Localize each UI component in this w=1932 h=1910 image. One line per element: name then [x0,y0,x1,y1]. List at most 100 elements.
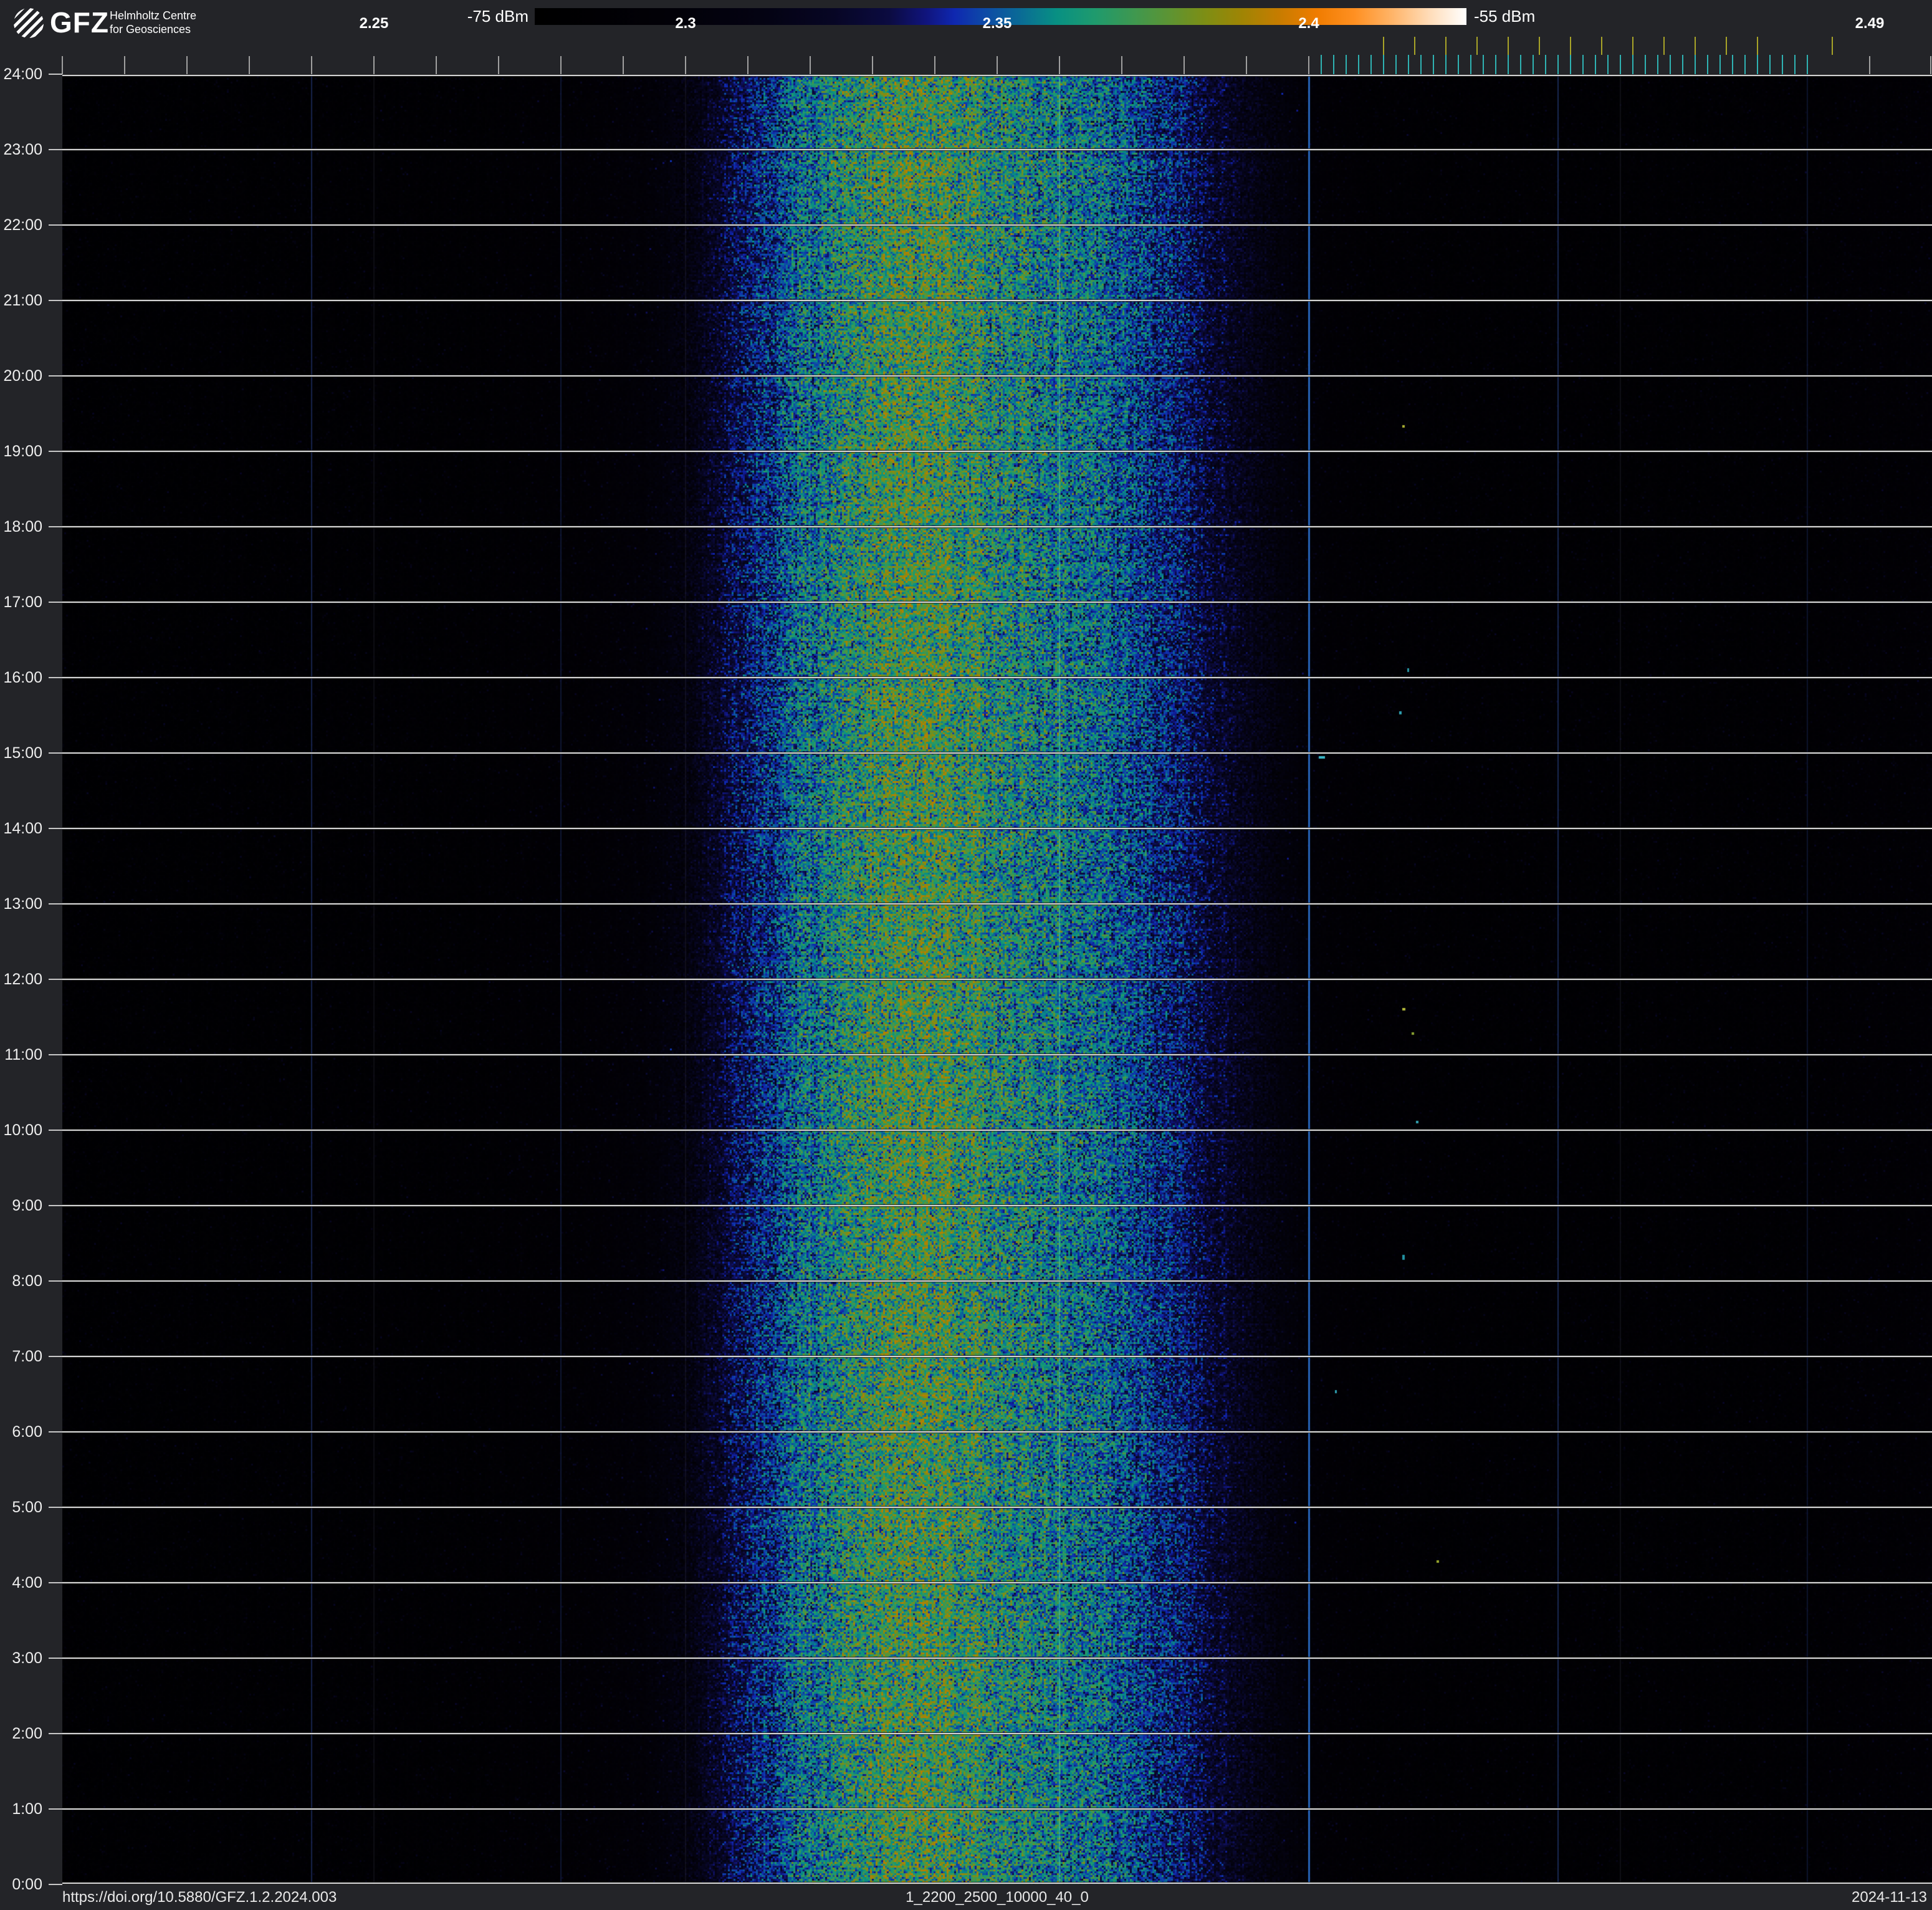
hour-label: 0:00 [0,1875,42,1894]
hour-label: 20:00 [0,367,42,385]
bluetooth-channel-tick [1719,55,1721,74]
bluetooth-channel-tick [1657,55,1658,74]
hour-label: 10:00 [0,1121,42,1140]
bluetooth-channel-tick [1607,55,1609,74]
bluetooth-channel-tick [1533,55,1534,74]
hour-tick [49,74,62,75]
freq-tick-minor [1059,56,1060,74]
hour-tick [49,451,62,452]
logo-subtitle-line2: for Geosciences [110,22,196,36]
hour-label: 3:00 [0,1649,42,1668]
freq-tick-minor [311,56,312,74]
bluetooth-channel-tick [1757,55,1758,74]
doi-link[interactable]: https://doi.org/10.5880/GFZ.1.2.2024.003 [62,1889,337,1906]
freq-tick-minor [373,56,375,74]
freq-tick-minor [1246,56,1247,74]
hour-tick [49,1658,62,1659]
hour-tick [49,1884,62,1885]
hour-label: 14:00 [0,819,42,838]
bluetooth-channel-tick [1433,55,1434,74]
bluetooth-channel-tick [1645,55,1646,74]
gfz-logo-icon [14,8,44,38]
bluetooth-channel-tick [1358,55,1359,74]
wifi-channel-tick [1539,37,1540,55]
wifi-channel-tick [1476,37,1478,55]
hour-tick [49,677,62,678]
freq-axis-label: 2.4 [1298,15,1319,32]
hour-label: 15:00 [0,744,42,762]
freq-tick-minor [997,56,998,74]
hour-tick [49,1507,62,1508]
hour-label: 24:00 [0,65,42,84]
freq-tick-minor [1121,56,1122,74]
bluetooth-channel-tick [1508,55,1509,74]
wifi-channel-tick [1445,37,1447,55]
bluetooth-channel-tick [1333,55,1334,74]
hour-label: 13:00 [0,895,42,913]
hour-label: 17:00 [0,593,42,612]
hour-label: 16:00 [0,668,42,687]
hour-tick [49,1808,62,1810]
hour-label: 19:00 [0,442,42,461]
freq-tick-minor [124,56,125,74]
bluetooth-channel-tick [1769,55,1771,74]
hour-label: 6:00 [0,1423,42,1441]
hour-tick [49,828,62,829]
hour-tick [49,526,62,527]
freq-tick-minor [685,56,686,74]
freq-tick-minor [62,56,63,74]
bluetooth-channel-tick [1483,55,1484,74]
spectrogram-page: GFZ Helmholtz Centre for Geosciences -75… [0,0,1932,1910]
hour-label: 4:00 [0,1573,42,1592]
bluetooth-channel-tick [1557,55,1559,74]
bluetooth-channel-tick [1695,55,1696,74]
wifi-channel-tick [1414,37,1415,55]
hour-label: 12:00 [0,970,42,989]
bluetooth-channel-tick [1620,55,1621,74]
freq-axis-label: 2.49 [1855,15,1885,32]
wifi-channel-tick [1695,37,1696,55]
hour-tick [49,149,62,150]
hour-tick [49,1356,62,1357]
wifi-channel-tick [1601,37,1602,55]
bluetooth-channel-tick [1420,55,1422,74]
wifi-channel-tick [1757,37,1758,55]
hour-label: 2:00 [0,1724,42,1743]
bluetooth-channel-tick [1682,55,1683,74]
hour-label: 22:00 [0,216,42,234]
bluetooth-channel-tick [1582,55,1584,74]
gfz-logo-subtitle: Helmholtz Centre for Geosciences [110,9,196,36]
bluetooth-channel-tick [1632,55,1633,74]
hour-label: 7:00 [0,1347,42,1366]
hour-label: 9:00 [0,1196,42,1215]
freq-tick-minor [436,56,437,74]
bluetooth-channel-tick [1321,55,1322,74]
hour-tick [49,752,62,754]
hour-label: 21:00 [0,291,42,310]
bluetooth-channel-tick [1670,55,1671,74]
freq-tick-minor [1184,56,1185,74]
bluetooth-channel-tick [1383,55,1384,74]
dataset-id-label: 1_2200_2500_10000_40_0 [906,1889,1089,1906]
bluetooth-channel-tick [1545,55,1546,74]
hour-tick [49,300,62,301]
bluetooth-channel-tick [1470,55,1471,74]
bluetooth-channel-tick [1370,55,1372,74]
wifi-channel-tick [1570,37,1571,55]
hour-tick [49,602,62,603]
bluetooth-channel-tick [1782,55,1783,74]
hour-tick [49,1130,62,1131]
hour-label: 8:00 [0,1272,42,1290]
freq-tick-minor [560,56,562,74]
bluetooth-channel-tick [1807,55,1808,74]
bluetooth-channel-tick [1495,55,1496,74]
hour-label: 18:00 [0,517,42,536]
freq-axis-label: 2.35 [983,15,1012,32]
hour-tick [49,1054,62,1055]
hour-tick [49,375,62,377]
freq-axis-label: 2.25 [360,15,389,32]
hour-tick [49,1280,62,1282]
freq-tick-minor [249,56,250,74]
hour-tick [49,1733,62,1734]
hour-tick [49,903,62,905]
